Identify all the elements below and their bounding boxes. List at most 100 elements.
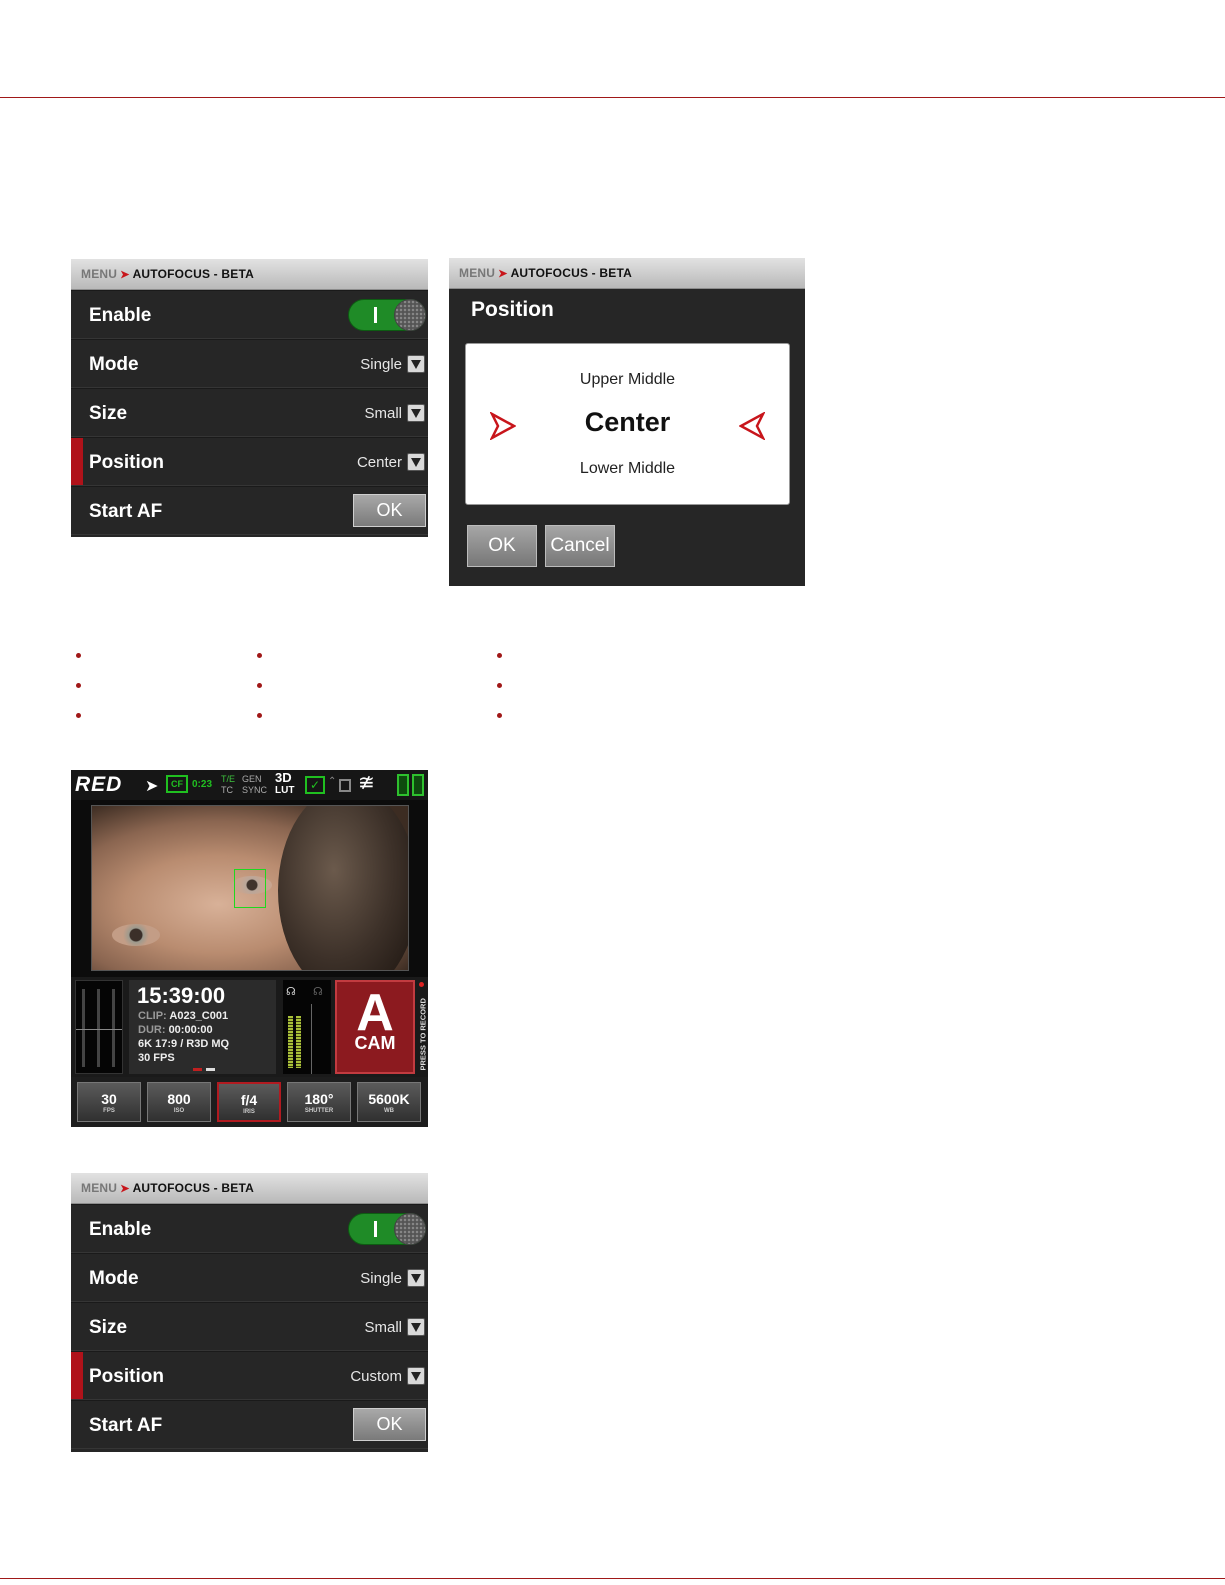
enable-toggle[interactable] <box>348 1213 426 1245</box>
chevron-down-icon[interactable] <box>407 453 425 471</box>
red-logo[interactable]: RED <box>75 773 122 797</box>
position-picker[interactable]: Upper Middle Center Lower Middle <box>465 343 790 505</box>
menu-row-size[interactable]: Size Small <box>71 388 428 437</box>
page-dot-active <box>193 1068 202 1071</box>
te-label: T/E <box>221 774 236 784</box>
chevron-down-icon[interactable] <box>407 1367 425 1385</box>
dialog-ok-button[interactable]: OK <box>467 525 537 567</box>
meter-bar <box>82 989 85 1067</box>
menu-row-position[interactable]: Position Custom <box>71 1351 428 1400</box>
page-dot <box>206 1068 215 1071</box>
shutter-button[interactable]: 180° SHUTTER <box>287 1082 351 1122</box>
menu-row-start-af: Start AF OK <box>71 1400 428 1449</box>
breadcrumb: MENU ➤ AUTOFOCUS - BETA <box>71 1173 428 1204</box>
breadcrumb: MENU ➤ AUTOFOCUS - BETA <box>449 258 805 289</box>
breadcrumb-title: AUTOFOCUS - BETA <box>132 1181 254 1195</box>
lut-top: 3D <box>275 770 292 785</box>
info-panel: 15:39:00 CLIP: A023_C001 DUR: 00:00:00 6… <box>71 977 428 1077</box>
chevron-down-icon[interactable] <box>407 355 425 373</box>
mode-label: Mode <box>89 1268 139 1289</box>
red-chevron-icon: ➤ <box>145 778 159 795</box>
press-to-record: PRESS TO RECORD <box>417 983 428 1073</box>
gen-label: GEN <box>242 774 262 784</box>
start-af-label: Start AF <box>89 501 163 522</box>
position-label: Position <box>89 452 164 473</box>
record-label: CAM <box>354 1033 396 1053</box>
bullet <box>497 683 502 688</box>
enable-label: Enable <box>89 305 152 326</box>
chevron-down-icon[interactable] <box>407 404 425 422</box>
breadcrumb-title: AUTOFOCUS - BETA <box>132 267 254 281</box>
lut-bottom: LUT <box>275 785 295 796</box>
meter-bar <box>112 989 115 1067</box>
header-rule <box>0 97 1225 98</box>
shutter-unit: SHUTTER <box>304 1108 334 1114</box>
mode-value[interactable]: Single <box>360 1254 402 1303</box>
size-value[interactable]: Small <box>364 389 402 438</box>
start-af-ok-button[interactable]: OK <box>353 494 426 527</box>
option-above[interactable]: Upper Middle <box>466 371 789 389</box>
menu-row-mode[interactable]: Mode Single <box>71 1253 428 1302</box>
sync-label: SYNC <box>242 785 268 795</box>
battery-icon-1 <box>397 774 409 796</box>
menu-row-mode[interactable]: Mode Single <box>71 339 428 388</box>
menu-row-position[interactable]: Position Center <box>71 437 428 486</box>
fps-button[interactable]: 30 FPS <box>77 1082 141 1122</box>
enable-toggle[interactable] <box>348 299 426 331</box>
clip-value: A023_C001 <box>169 1010 229 1022</box>
clip-line: CLIP: A023_C001 <box>138 1009 228 1023</box>
chevrons-icon: ⌃ <box>328 776 337 787</box>
timecode: 15:39:00 <box>137 983 226 1008</box>
size-label: Size <box>89 403 128 424</box>
chevron-right-icon: ➤ <box>120 269 130 281</box>
rgb-meters <box>75 980 123 1074</box>
position-dialog: MENU ➤ AUTOFOCUS - BETA Position Upper Mid… <box>449 258 805 586</box>
autofocus-menu-panel-custom: MENU ➤ AUTOFOCUS - BETA Enable Mode Single… <box>71 1173 428 1452</box>
mode-value[interactable]: Single <box>360 340 402 389</box>
headphones-icon: ☊ <box>313 986 323 998</box>
wb-button[interactable]: 5600K WB <box>357 1082 421 1122</box>
dialog-cancel-button[interactable]: Cancel <box>545 525 615 567</box>
toggle-knob[interactable] <box>394 299 426 331</box>
media-time: 0:23 <box>192 779 213 790</box>
bullet <box>257 683 262 688</box>
wb-value: 5600K <box>368 1091 410 1107</box>
dur-value: 00:00:00 <box>168 1024 213 1036</box>
footer-rule <box>0 1578 1225 1579</box>
af-target-box[interactable] <box>234 869 266 908</box>
preview-hair <box>278 806 408 970</box>
menu-row-size[interactable]: Size Small <box>71 1302 428 1351</box>
shutter-value: 180° <box>304 1091 334 1107</box>
position-label: Position <box>89 1366 164 1387</box>
menu-row-enable: Enable <box>71 1204 428 1253</box>
clip-info[interactable]: 15:39:00 CLIP: A023_C001 DUR: 00:00:00 6… <box>129 980 276 1074</box>
breadcrumb-menu[interactable]: MENU <box>81 1181 117 1195</box>
meter-scale <box>311 1004 312 1074</box>
wifi-icon: ≇ <box>358 772 375 794</box>
bullet <box>76 653 81 658</box>
clip-key: CLIP: <box>138 1010 167 1022</box>
start-af-ok-button[interactable]: OK <box>353 1408 426 1441</box>
record-button[interactable]: A CAM <box>335 980 415 1074</box>
size-value[interactable]: Small <box>364 1303 402 1352</box>
position-value[interactable]: Center <box>357 438 402 487</box>
fps-value: 30 <box>101 1091 117 1107</box>
breadcrumb-menu[interactable]: MENU <box>81 267 117 281</box>
option-below[interactable]: Lower Middle <box>466 460 789 478</box>
quick-buttons: 30 FPS 800 ISO f/4 IRIS 180° SHUTTER 5600K WB <box>71 1077 428 1127</box>
selector-arrow-left-icon <box>739 412 765 440</box>
chevron-down-icon[interactable] <box>407 1269 425 1287</box>
position-value[interactable]: Custom <box>350 1352 402 1401</box>
iris-button[interactable]: f/4 IRIS <box>217 1082 281 1122</box>
meter-line <box>76 1029 122 1030</box>
breadcrumb-title: AUTOFOCUS - BETA <box>510 266 632 280</box>
chevron-down-icon[interactable] <box>407 1318 425 1336</box>
dialog-title: Position <box>471 298 554 321</box>
iso-button[interactable]: 800 ISO <box>147 1082 211 1122</box>
breadcrumb-menu[interactable]: MENU <box>459 266 495 280</box>
toggle-knob[interactable] <box>394 1213 426 1245</box>
toggle-on-icon <box>374 1221 377 1237</box>
checkbox-icon: ✓ <box>305 776 325 794</box>
audio-level-bar <box>288 1016 293 1068</box>
camera-preview[interactable] <box>91 805 409 971</box>
